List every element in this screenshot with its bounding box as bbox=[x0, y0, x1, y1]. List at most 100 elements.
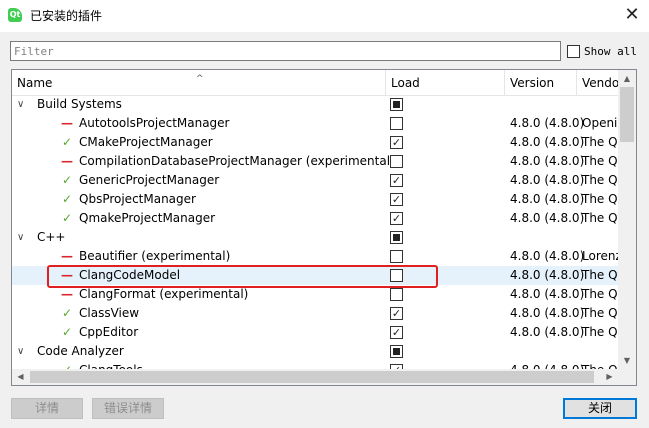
chevron-down-icon[interactable]: ∨ bbox=[17, 95, 29, 114]
tree-group-row[interactable]: ∨ C++ bbox=[12, 228, 618, 247]
plugin-row[interactable]: — CompilationDatabaseProjectManager (expe… bbox=[12, 152, 618, 171]
plugin-load-checkbox[interactable] bbox=[390, 288, 403, 301]
plugin-load-checkbox[interactable]: ✓ bbox=[390, 174, 403, 187]
dash-icon: — bbox=[61, 116, 73, 130]
plugin-row[interactable]: ✓ CppEditor ✓ 4.8.0 (4.8.0)The Qt bbox=[12, 323, 618, 342]
show-all-checkbox-box[interactable] bbox=[567, 44, 580, 58]
scroll-down-icon[interactable]: ▼ bbox=[618, 352, 636, 369]
horizontal-scroll-thumb[interactable] bbox=[30, 371, 594, 383]
plugin-row[interactable]: ✓ ClassView ✓ 4.8.0 (4.8.0)The Qt bbox=[12, 304, 618, 323]
column-header-version[interactable]: Version bbox=[505, 70, 577, 96]
plugin-name: AutotoolsProjectManager bbox=[79, 116, 230, 130]
plugin-name: QbsProjectManager bbox=[79, 192, 196, 206]
plugin-version: 4.8.0 (4.8.0) bbox=[510, 116, 585, 130]
check-icon: ✓ bbox=[61, 135, 73, 149]
chevron-down-icon[interactable]: ∨ bbox=[17, 342, 29, 361]
plugin-vendor: The Qt bbox=[582, 268, 618, 282]
error-details-button[interactable]: 错误详情 bbox=[92, 398, 164, 419]
plugin-row[interactable]: ✓ CMakeProjectManager ✓ 4.8.0 (4.8.0)The Qt bbox=[12, 133, 618, 152]
plugin-load-checkbox[interactable]: ✓ bbox=[390, 212, 403, 225]
plugin-name: QmakeProjectManager bbox=[79, 211, 216, 225]
plugin-version: 4.8.0 (4.8.0) bbox=[510, 268, 585, 282]
plugin-row[interactable]: ✓ QmakeProjectManager ✓ 4.8.0 (4.8.0)The Qt bbox=[12, 209, 618, 228]
plugin-load-checkbox[interactable] bbox=[390, 269, 403, 282]
vertical-scrollbar[interactable]: ▲ ▼ bbox=[618, 70, 636, 369]
plugin-name: GenericProjectManager bbox=[79, 173, 220, 187]
plugin-tree[interactable]: Name ^ Load Version Vendo ∨ Build Systems… bbox=[11, 69, 637, 386]
scroll-left-icon[interactable]: ◀ bbox=[12, 369, 29, 385]
details-button[interactable]: 详情 bbox=[11, 398, 83, 419]
plugin-name: CompilationDatabaseProjectManager (exper… bbox=[79, 154, 395, 168]
plugin-version: 4.8.0 (4.8.0) bbox=[510, 287, 585, 301]
plugin-row[interactable]: — AutotoolsProjectManager 4.8.0 (4.8.0) Ope… bbox=[12, 114, 618, 133]
check-icon: ✓ bbox=[61, 325, 73, 339]
plugin-vendor: Lorenz bbox=[582, 249, 618, 263]
group-label: C++ bbox=[37, 230, 66, 244]
tree-header: Name ^ Load Version Vendo bbox=[12, 70, 618, 96]
chevron-down-icon[interactable]: ∨ bbox=[17, 228, 29, 247]
plugin-row[interactable]: — ClangCodeModel 4.8.0 (4.8.0)The Qt bbox=[12, 266, 618, 285]
plugin-version: 4.8.0 (4.8.0) bbox=[510, 173, 585, 187]
group-label: Code Analyzer bbox=[37, 344, 124, 358]
title-bar: Qt 已安装的插件 ✕ bbox=[0, 0, 649, 32]
horizontal-scrollbar[interactable]: ◀ ▶ bbox=[12, 369, 618, 385]
plugin-vendor: The Qt bbox=[582, 173, 618, 187]
scrollbar-corner bbox=[618, 369, 636, 385]
close-button[interactable]: 关闭 bbox=[563, 398, 637, 419]
check-icon: ✓ bbox=[61, 306, 73, 320]
plugin-vendor: Openis bbox=[582, 116, 618, 130]
plugin-load-checkbox[interactable] bbox=[390, 155, 403, 168]
scroll-right-icon[interactable]: ▶ bbox=[601, 369, 618, 385]
plugin-row[interactable]: — Beautifier (experimental) 4.8.0 (4.8.0) L… bbox=[12, 247, 618, 266]
column-header-vendor[interactable]: Vendo bbox=[577, 70, 618, 96]
plugin-name: CppEditor bbox=[79, 325, 139, 339]
scroll-up-icon[interactable]: ▲ bbox=[618, 70, 636, 87]
plugin-load-checkbox[interactable]: ✓ bbox=[390, 326, 403, 339]
plugin-row[interactable]: ✓ QbsProjectManager ✓ 4.8.0 (4.8.0)The Qt bbox=[12, 190, 618, 209]
plugin-version: 4.8.0 (4.8.0) bbox=[510, 135, 585, 149]
plugin-row[interactable]: ✓ GenericProjectManager ✓ 4.8.0 (4.8.0) The … bbox=[12, 171, 618, 190]
show-all-checkbox[interactable]: Show all bbox=[567, 43, 637, 59]
check-icon: ✓ bbox=[61, 192, 73, 206]
plugin-load-checkbox[interactable] bbox=[390, 250, 403, 263]
plugin-vendor: The Qt bbox=[582, 287, 618, 301]
close-window-button[interactable]: ✕ bbox=[620, 4, 644, 26]
plugin-load-checkbox[interactable] bbox=[390, 117, 403, 130]
group-load-checkbox[interactable] bbox=[390, 231, 403, 244]
check-icon: ✓ bbox=[61, 211, 73, 225]
column-header-load[interactable]: Load bbox=[386, 70, 505, 96]
plugin-version: 4.8.0 (4.8.0) bbox=[510, 154, 585, 168]
qt-logo-icon: Qt bbox=[8, 8, 22, 22]
plugin-vendor: The Qt bbox=[582, 154, 618, 168]
plugin-version: 4.8.0 (4.8.0) bbox=[510, 192, 585, 206]
tree-group-row[interactable]: ∨ Build Systems bbox=[12, 95, 618, 114]
window-title: 已安装的插件 bbox=[30, 9, 103, 23]
vertical-scroll-thumb[interactable] bbox=[620, 87, 634, 142]
plugin-load-checkbox[interactable]: ✓ bbox=[390, 193, 403, 206]
dash-icon: — bbox=[61, 249, 73, 263]
plugin-load-checkbox[interactable]: ✓ bbox=[390, 136, 403, 149]
plugin-name: Beautifier (experimental) bbox=[79, 249, 231, 263]
plugin-version: 4.8.0 (4.8.0) bbox=[510, 306, 585, 320]
plugin-load-checkbox[interactable]: ✓ bbox=[390, 307, 403, 320]
plugin-name: ClangFormat (experimental) bbox=[79, 287, 249, 301]
plugin-vendor: The Qt bbox=[582, 211, 618, 225]
plugin-vendor: The Qt bbox=[582, 135, 618, 149]
filter-input[interactable] bbox=[10, 41, 561, 61]
plugin-version: 4.8.0 (4.8.0) bbox=[510, 249, 585, 263]
plugin-version: 4.8.0 (4.8.0) bbox=[510, 211, 585, 225]
group-load-checkbox[interactable] bbox=[390, 345, 403, 358]
plugin-vendor: The Qt bbox=[582, 306, 618, 320]
group-load-checkbox[interactable] bbox=[390, 98, 403, 111]
show-all-label: Show all bbox=[584, 44, 637, 58]
column-name-label: Name bbox=[17, 76, 53, 90]
plugin-name: CMakeProjectManager bbox=[79, 135, 213, 149]
sort-ascending-icon: ^ bbox=[196, 74, 204, 84]
plugin-vendor: The Qt bbox=[582, 192, 618, 206]
plugin-version: 4.8.0 (4.8.0) bbox=[510, 325, 585, 339]
column-header-name[interactable]: Name ^ bbox=[12, 70, 386, 96]
tree-group-row[interactable]: ∨ Code Analyzer bbox=[12, 342, 618, 361]
tree-rows: ∨ Build Systems — AutotoolsProjectManager 4.… bbox=[12, 95, 618, 370]
plugin-row[interactable]: — ClangFormat (experimental) 4.8.0 (4.8.0)… bbox=[12, 285, 618, 304]
dash-icon: — bbox=[61, 287, 73, 301]
